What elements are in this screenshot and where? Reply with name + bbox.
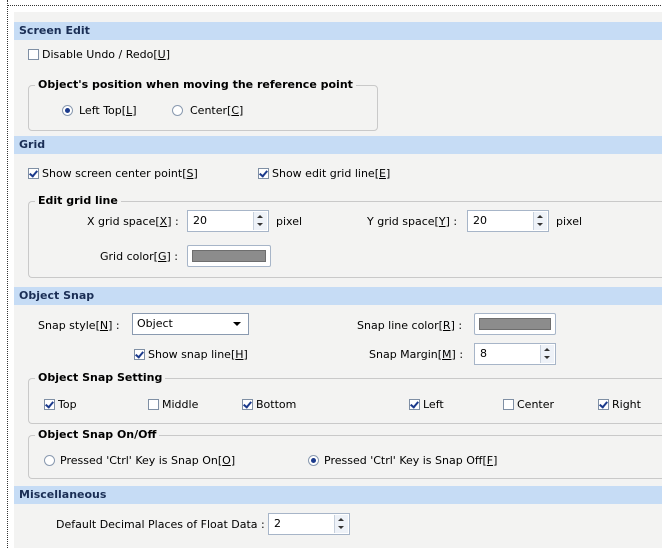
center-label[interactable]: Center[C]: [190, 104, 243, 118]
spin-up-icon[interactable]: [257, 215, 263, 218]
spin-up-icon[interactable]: [544, 348, 550, 351]
x-grid-unit: pixel: [276, 215, 303, 228]
x-grid-space-spinner[interactable]: 20: [187, 210, 269, 232]
y-grid-space-stepper[interactable]: [533, 212, 547, 230]
x-grid-space-label: X grid space[X] :: [87, 215, 179, 228]
snap-top-checkbox[interactable]: [44, 399, 55, 410]
spin-up-icon[interactable]: [338, 518, 344, 521]
snap-line-color-picker[interactable]: [474, 313, 556, 335]
chevron-down-icon[interactable]: [233, 322, 241, 326]
show-snap-line-label[interactable]: Show snap line[H]: [148, 348, 248, 362]
position-group-title: Object's position when moving the refere…: [35, 78, 356, 92]
spin-up-icon[interactable]: [537, 215, 543, 218]
snap-margin-value[interactable]: 8: [480, 347, 487, 361]
left-top-radio[interactable]: [62, 105, 73, 116]
snap-middle-label[interactable]: Middle: [162, 398, 198, 412]
grid-color-picker[interactable]: [187, 245, 271, 267]
section-header-object-snap: Object Snap: [14, 287, 662, 305]
snap-center-label[interactable]: Center: [517, 398, 554, 412]
snap-bottom-label[interactable]: Bottom: [256, 398, 296, 412]
x-grid-space-value[interactable]: 20: [193, 214, 207, 228]
window-border-top: [7, 5, 662, 6]
spin-down-icon[interactable]: [338, 526, 344, 529]
show-grid-line-label[interactable]: Show edit grid line[E]: [272, 167, 390, 181]
show-snap-line-checkbox[interactable]: [134, 349, 145, 360]
grid-color-label: Grid color[G] :: [100, 250, 179, 263]
section-header-miscellaneous: Miscellaneous: [14, 486, 662, 504]
section-header-grid: Grid: [14, 136, 662, 154]
snap-margin-spinner[interactable]: 8: [474, 343, 556, 365]
snap-style-label: Snap style[N] :: [38, 319, 120, 332]
show-grid-line-checkbox[interactable]: [258, 168, 269, 179]
ctrl-snap-on-label[interactable]: Pressed 'Ctrl' Key is Snap On[O]: [60, 454, 235, 468]
section-header-screen-edit: Screen Edit: [14, 22, 662, 40]
snap-right-checkbox[interactable]: [598, 399, 609, 410]
show-center-checkbox[interactable]: [28, 168, 39, 179]
edit-grid-group-box: [28, 201, 662, 278]
x-grid-space-stepper[interactable]: [253, 212, 267, 230]
center-radio[interactable]: [172, 105, 183, 116]
snap-right-label[interactable]: Right: [612, 398, 641, 412]
decimal-places-spinner[interactable]: 2: [268, 513, 350, 535]
show-center-label[interactable]: Show screen center point[S]: [42, 167, 198, 181]
snap-onoff-group-title: Object Snap On/Off: [35, 428, 160, 442]
window-border-left: [7, 0, 8, 548]
snap-margin-label: Snap Margin[M] :: [369, 348, 464, 361]
snap-line-color-label: Snap line color[R] :: [357, 319, 463, 332]
disable-undo-label[interactable]: Disable Undo / Redo[U]: [42, 48, 170, 62]
spin-down-icon[interactable]: [537, 223, 543, 226]
spin-down-icon[interactable]: [257, 223, 263, 226]
snap-style-value[interactable]: Object: [137, 317, 173, 331]
ctrl-snap-off-radio[interactable]: [308, 455, 319, 466]
snap-middle-checkbox[interactable]: [148, 399, 159, 410]
y-grid-space-spinner[interactable]: 20: [467, 210, 549, 232]
snap-center-checkbox[interactable]: [503, 399, 514, 410]
decimal-places-value[interactable]: 2: [274, 517, 281, 531]
snap-bottom-checkbox[interactable]: [242, 399, 253, 410]
grid-color-swatch: [192, 250, 266, 262]
spin-down-icon[interactable]: [544, 356, 550, 359]
snap-top-label[interactable]: Top: [58, 398, 77, 412]
decimal-places-stepper[interactable]: [334, 515, 348, 533]
decimal-places-label: Default Decimal Places of Float Data :: [56, 518, 265, 531]
snap-margin-stepper[interactable]: [540, 345, 554, 363]
ctrl-snap-on-radio[interactable]: [44, 455, 55, 466]
snap-line-color-swatch: [479, 318, 551, 330]
left-top-label[interactable]: Left Top[L]: [79, 104, 137, 118]
snap-left-label[interactable]: Left: [423, 398, 444, 412]
snap-style-dropdown[interactable]: Object: [132, 313, 249, 335]
y-grid-space-value[interactable]: 20: [473, 214, 487, 228]
snap-left-checkbox[interactable]: [409, 399, 420, 410]
edit-grid-group-title: Edit grid line: [35, 194, 121, 208]
y-grid-unit: pixel: [556, 215, 583, 228]
disable-undo-checkbox[interactable]: [28, 49, 39, 60]
ctrl-snap-off-label[interactable]: Pressed 'Ctrl' Key is Snap Off[F]: [324, 454, 497, 468]
snap-setting-group-title: Object Snap Setting: [35, 371, 166, 385]
y-grid-space-label: Y grid space[Y] :: [367, 215, 458, 228]
